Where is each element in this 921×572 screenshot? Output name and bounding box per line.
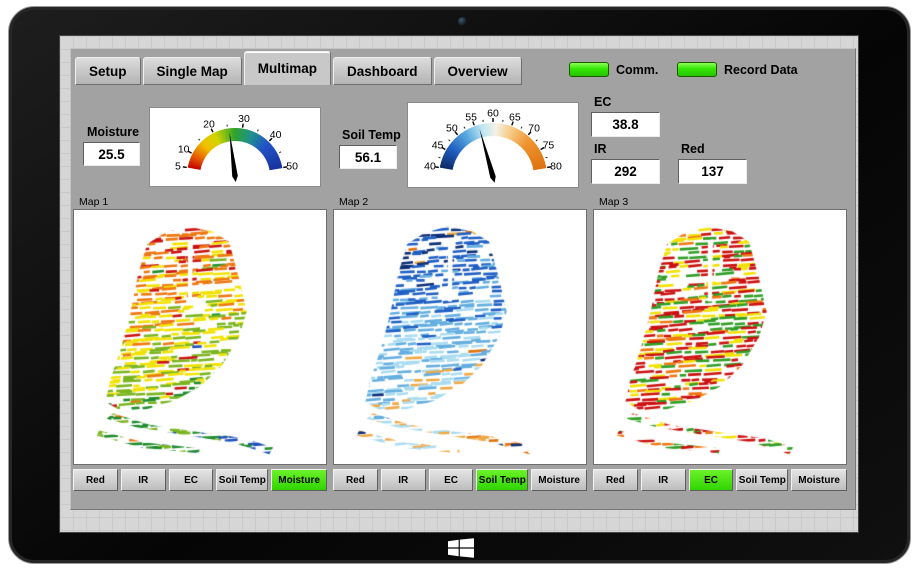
map3-ec-button[interactable]: EC — [688, 469, 734, 491]
soil-temp-value: 56.1 — [339, 145, 397, 169]
record-data-led-label: Record Data — [724, 62, 798, 77]
tab-multimap[interactable]: Multimap — [243, 51, 332, 85]
red-value: 137 — [678, 159, 747, 184]
ir-value: 292 — [591, 159, 660, 184]
tab-overview[interactable]: Overview — [433, 57, 522, 85]
soil-temp-gauge: 40 45 50 55 60 65 70 75 80 — [407, 102, 579, 188]
map2-red-button[interactable]: Red — [333, 469, 378, 491]
svg-text:40: 40 — [424, 160, 436, 172]
tab-bar: Setup Single Map Multimap Dashboard Over… — [75, 51, 522, 85]
svg-text:55: 55 — [465, 111, 477, 123]
svg-text:50: 50 — [446, 122, 458, 134]
front-camera-icon — [458, 17, 467, 26]
map3-title: Map 3 — [599, 196, 629, 208]
app-panel: Setup Single Map Multimap Dashboard Over… — [70, 48, 856, 510]
svg-text:20: 20 — [203, 119, 215, 131]
windows-home-button[interactable] — [447, 537, 475, 559]
map2-title: Map 2 — [339, 196, 369, 208]
map1-layer-buttons: Red IR EC Soil Temp Moisture — [73, 469, 327, 491]
svg-text:45: 45 — [432, 140, 444, 152]
map3-moisture-button[interactable]: Moisture — [791, 469, 847, 491]
map1-field-image — [74, 210, 326, 464]
map3-layer-buttons: Red IR EC Soil Temp Moisture — [593, 469, 847, 491]
soil-temp-label: Soil Temp — [342, 128, 401, 142]
map3-red-button[interactable]: Red — [593, 469, 638, 491]
map3-soil-temp-button[interactable]: Soil Temp — [736, 469, 789, 491]
map1-moisture-button[interactable]: Moisture — [271, 469, 327, 491]
svg-text:75: 75 — [543, 140, 555, 152]
svg-text:80: 80 — [550, 160, 562, 172]
tab-dashboard[interactable]: Dashboard — [333, 57, 432, 85]
tab-single-map[interactable]: Single Map — [142, 57, 242, 85]
windows-logo-icon — [448, 538, 474, 558]
map3-field-image — [594, 210, 846, 464]
map3-panel — [593, 209, 847, 465]
red-label: Red — [681, 142, 705, 156]
svg-text:60: 60 — [487, 108, 499, 120]
map2-layer-buttons: Red IR EC Soil Temp Moisture — [333, 469, 587, 491]
map1-ec-button[interactable]: EC — [168, 469, 214, 491]
svg-text:40: 40 — [270, 129, 282, 141]
svg-text:65: 65 — [509, 111, 521, 123]
map2-field-image — [334, 210, 586, 464]
map2-ec-button[interactable]: EC — [428, 469, 474, 491]
screen: Setup Single Map Multimap Dashboard Over… — [59, 35, 859, 533]
svg-text:30: 30 — [238, 113, 250, 125]
map3-ir-button[interactable]: IR — [640, 469, 686, 491]
svg-text:5: 5 — [175, 160, 181, 172]
map1-ir-button[interactable]: IR — [120, 469, 166, 491]
comm-indicator-group: Comm. — [569, 62, 658, 77]
map1-red-button[interactable]: Red — [73, 469, 118, 491]
map1-block: Map 1 Red IR EC Soil Temp Moisture — [73, 195, 327, 495]
map1-title: Map 1 — [79, 196, 109, 208]
comm-led-label: Comm. — [616, 62, 659, 77]
ec-label: EC — [594, 95, 612, 109]
svg-text:10: 10 — [178, 143, 190, 155]
map1-soil-temp-button[interactable]: Soil Temp — [216, 469, 269, 491]
map2-ir-button[interactable]: IR — [380, 469, 426, 491]
map2-soil-temp-button[interactable]: Soil Temp — [476, 469, 529, 491]
comm-led — [569, 62, 609, 77]
svg-text:50: 50 — [286, 160, 298, 172]
tab-setup[interactable]: Setup — [75, 57, 141, 85]
record-data-indicator-group: Record Data — [677, 62, 798, 77]
ir-label: IR — [594, 142, 607, 156]
moisture-label: Moisture — [87, 125, 140, 139]
ec-value: 38.8 — [591, 112, 660, 137]
map1-panel — [73, 209, 327, 465]
svg-text:70: 70 — [528, 122, 540, 134]
record-data-led — [677, 62, 717, 77]
moisture-gauge: 5 10 20 30 40 50 — [149, 107, 321, 187]
map3-block: Map 3 Red IR EC Soil Temp Moisture — [593, 195, 847, 495]
map2-panel — [333, 209, 587, 465]
map2-block: Map 2 Red IR EC Soil Temp Moisture — [333, 195, 587, 495]
moisture-value: 25.5 — [83, 142, 140, 166]
map2-moisture-button[interactable]: Moisture — [531, 469, 587, 491]
tablet-device: Setup Single Map Multimap Dashboard Over… — [8, 6, 911, 564]
